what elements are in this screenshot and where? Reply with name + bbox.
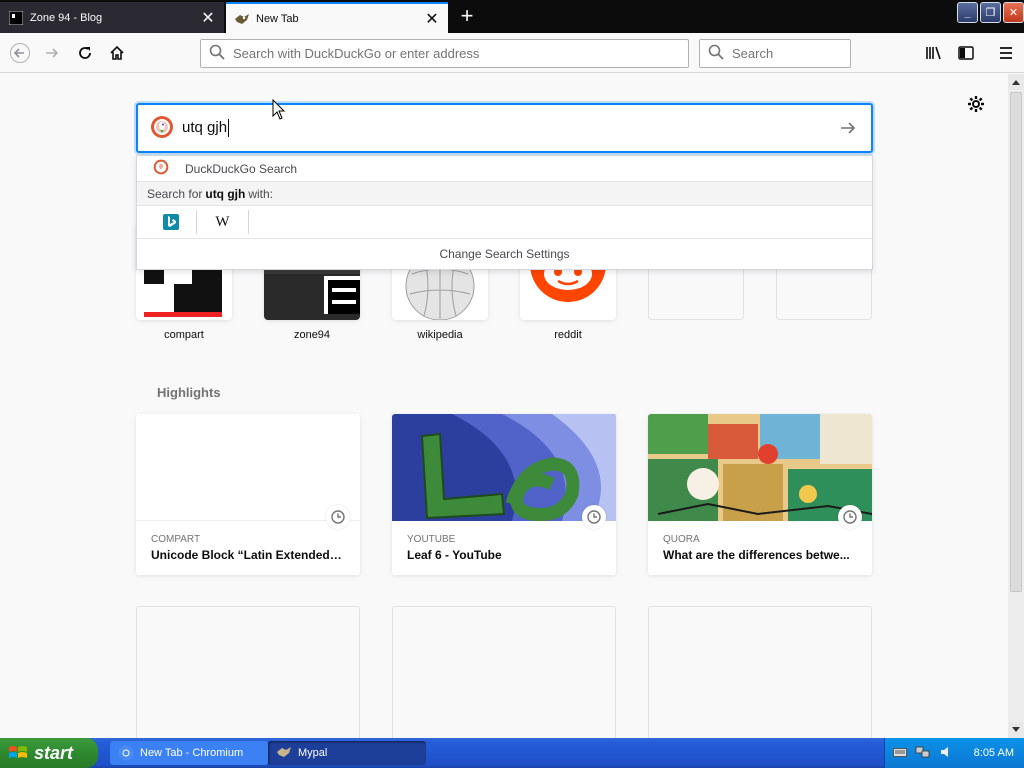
tab-new-tab[interactable]: New Tab ✕ — [226, 2, 448, 33]
newtab-search-input[interactable]: utq gjh — [136, 103, 873, 153]
top-site-label: wikipedia — [417, 329, 463, 341]
scroll-up-arrow-icon[interactable] — [1008, 74, 1024, 90]
highlight-card[interactable]: YOUTUBE Leaf 6 - YouTube — [392, 414, 616, 575]
go-arrow-icon[interactable] — [839, 119, 857, 140]
chromium-icon — [118, 745, 134, 761]
highlight-title: Leaf 6 - YouTube — [407, 548, 502, 562]
highlight-thumbnail — [136, 414, 360, 529]
zone94-favicon-icon — [8, 10, 24, 26]
highlight-thumbnail — [648, 414, 872, 529]
suggestion-duckduckgo-search[interactable]: DuckDuckGo Search — [137, 156, 872, 182]
search-bar[interactable]: Search — [699, 39, 851, 68]
wikipedia-icon: W — [215, 213, 230, 230]
keyboard-icon[interactable] — [893, 746, 907, 761]
address-bar-placeholder: Search with DuckDuckGo or enter address — [233, 46, 480, 61]
taskbar-item-mypal[interactable]: Mypal — [268, 741, 426, 765]
start-button[interactable]: start — [0, 738, 98, 768]
bing-icon — [162, 214, 179, 230]
highlight-source: QUORA — [663, 534, 700, 545]
taskbar-item-chromium[interactable]: New Tab - Chromium — [110, 741, 268, 765]
library-icon[interactable] — [920, 39, 948, 67]
windows-taskbar: start New Tab - Chromium Mypal 8:05 AM — [0, 738, 1024, 768]
one-off-engines: W — [137, 206, 872, 239]
tab-strip: Zone 94 - Blog ✕ New Tab ✕ + _ ❐ ✕ — [0, 0, 1024, 33]
navigation-toolbar: Search with DuckDuckGo or enter address … — [0, 33, 1024, 73]
close-window-icon[interactable]: ✕ — [1003, 2, 1024, 23]
system-tray: 8:05 AM — [884, 738, 1024, 768]
empty-card — [392, 606, 616, 738]
clock-icon — [326, 505, 350, 529]
empty-card — [136, 606, 360, 738]
highlight-card[interactable]: QUORA What are the differences betwe... — [648, 414, 872, 575]
search-for-query: utq gjh — [205, 186, 246, 201]
forward-arrow-icon[interactable] — [38, 39, 66, 67]
tab-zone94-blog[interactable]: Zone 94 - Blog ✕ — [0, 2, 224, 33]
highlights-heading: Highlights — [157, 385, 221, 400]
search-for-with: Search for utq gjh with: — [137, 182, 872, 206]
search-query-text: utq gjh — [182, 118, 230, 138]
address-bar[interactable]: Search with DuckDuckGo or enter address — [200, 39, 689, 68]
windows-logo-icon — [9, 746, 27, 758]
search-for-suffix: with: — [248, 186, 274, 201]
network-icon[interactable] — [915, 745, 931, 762]
start-label: start — [34, 742, 74, 763]
home-icon[interactable] — [103, 39, 131, 67]
back-arrow-icon[interactable] — [6, 39, 34, 67]
reload-icon[interactable] — [71, 39, 99, 67]
search-icon — [708, 44, 724, 63]
search-bar-placeholder: Search — [732, 46, 774, 61]
empty-card — [648, 606, 872, 738]
highlight-source: YOUTUBE — [407, 534, 456, 545]
clock-icon — [838, 505, 862, 529]
volume-icon[interactable] — [939, 745, 953, 762]
scrollbar-thumb[interactable] — [1010, 92, 1022, 592]
mypal-favicon-icon — [234, 11, 250, 27]
mypal-icon — [276, 745, 292, 761]
taskbar-item-label: Mypal — [298, 747, 328, 759]
clock-icon — [582, 505, 606, 529]
highlight-thumbnail — [392, 414, 616, 529]
change-search-settings-button[interactable]: Change Search Settings — [137, 239, 872, 269]
search-icon — [209, 44, 225, 63]
top-site-label: zone94 — [293, 329, 331, 341]
search-suggestions-dropdown: DuckDuckGo Search Search for utq gjh wit… — [136, 155, 873, 270]
system-clock[interactable]: 8:05 AM — [974, 747, 1014, 759]
close-tab-icon[interactable]: ✕ — [424, 11, 440, 28]
bing-engine-button[interactable] — [145, 210, 197, 234]
mouse-cursor-icon — [272, 99, 286, 120]
window-controls: _ ❐ ✕ — [957, 2, 1024, 23]
highlight-title: Unicode Block “Latin Extended-B” — [151, 548, 345, 562]
close-tab-icon[interactable]: ✕ — [200, 10, 216, 27]
sidebar-toggle-icon[interactable] — [952, 39, 980, 67]
minimize-window-icon[interactable]: _ — [957, 2, 978, 23]
search-for-prefix: Search for — [147, 186, 203, 201]
hamburger-menu-icon[interactable] — [992, 39, 1020, 67]
suggestion-label: DuckDuckGo Search — [185, 161, 298, 176]
tab-title: New Tab — [256, 12, 299, 25]
restore-window-icon[interactable]: ❐ — [980, 2, 1001, 23]
highlight-title: What are the differences betwe... — [663, 548, 850, 562]
duckduckgo-logo-icon — [153, 159, 169, 178]
tab-title: Zone 94 - Blog — [30, 11, 103, 24]
vertical-scrollbar[interactable] — [1008, 74, 1024, 738]
top-site-label: compart — [164, 329, 204, 341]
gear-icon[interactable] — [966, 94, 986, 114]
new-tab-page: utq gjh DuckDuckGo Search Search for utq… — [0, 74, 1008, 738]
new-tab-plus-icon[interactable]: + — [454, 4, 480, 30]
wikipedia-engine-button[interactable]: W — [197, 210, 249, 234]
scroll-down-arrow-icon[interactable] — [1008, 722, 1024, 738]
highlight-card[interactable]: COMPART Unicode Block “Latin Extended-B” — [136, 414, 360, 575]
taskbar-item-label: New Tab - Chromium — [140, 747, 244, 759]
duckduckgo-logo-icon — [150, 115, 174, 142]
top-site-label: reddit — [554, 329, 582, 341]
highlight-source: COMPART — [151, 534, 201, 545]
